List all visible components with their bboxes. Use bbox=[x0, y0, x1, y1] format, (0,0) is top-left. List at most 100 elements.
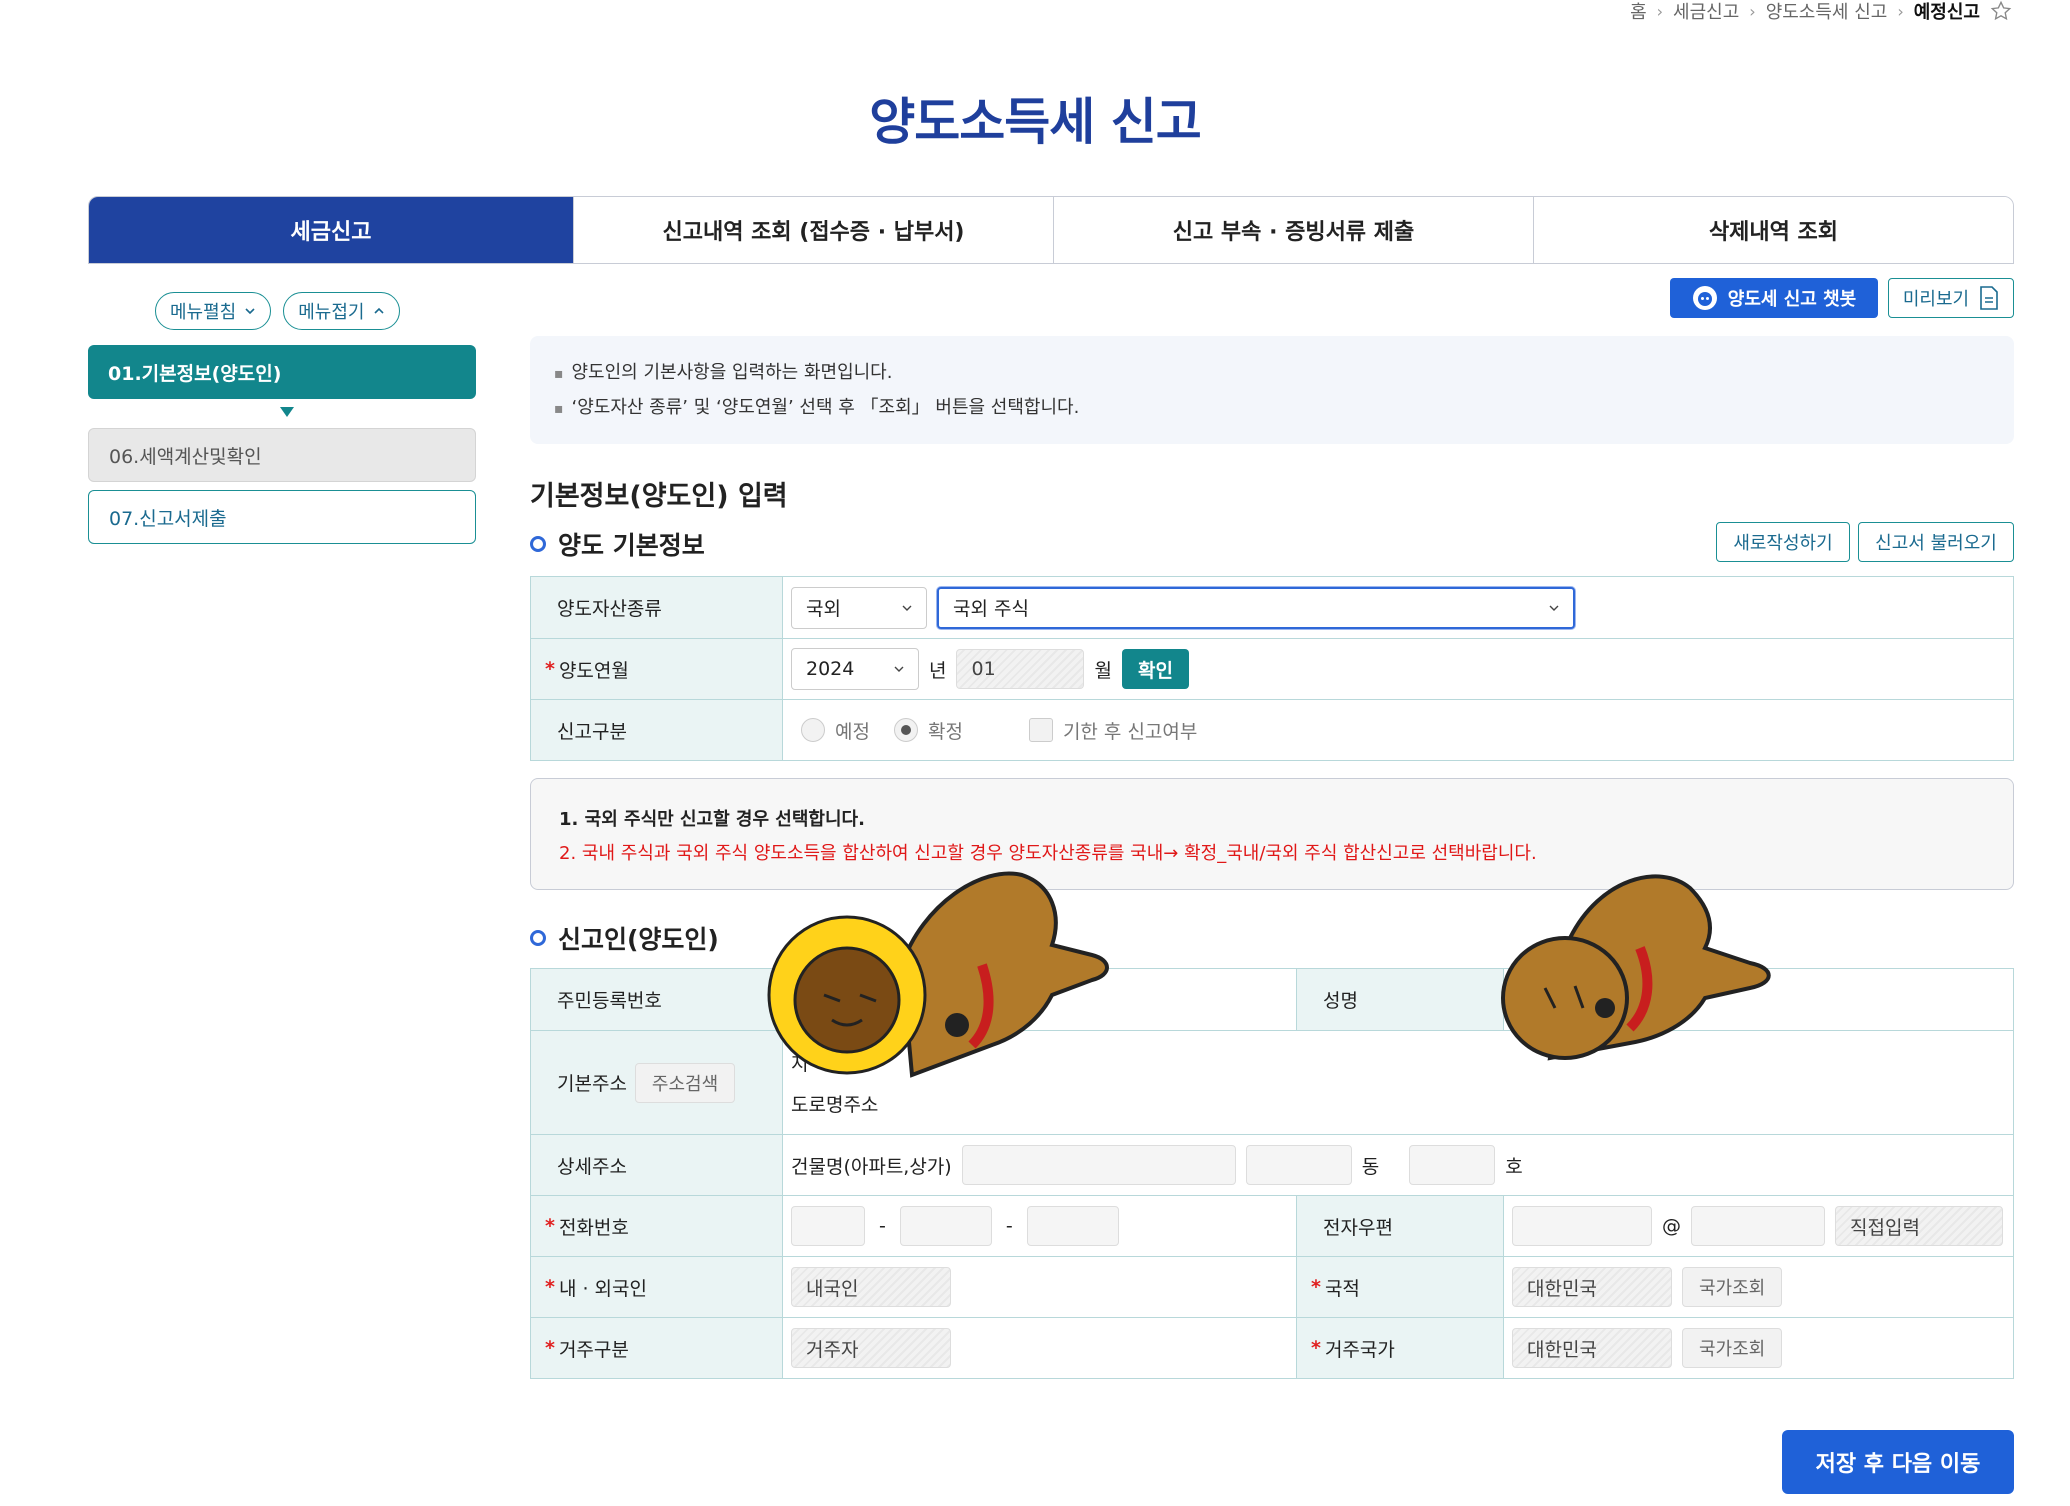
dong-input[interactable] bbox=[1245, 1145, 1352, 1185]
detail-address-label: 상세주소 bbox=[531, 1135, 783, 1195]
residence-country-lookup-button[interactable]: 국가조회 bbox=[1682, 1328, 1783, 1368]
sidebar-item-tax-calc[interactable]: 06.세액계산및확인 bbox=[88, 428, 476, 482]
menu-collapse-label: 메뉴접기 bbox=[298, 302, 365, 323]
ho-unit: 호 bbox=[1505, 1155, 1523, 1178]
month-input[interactable]: 01 bbox=[956, 649, 1085, 689]
phone-part-1-input[interactable] bbox=[791, 1206, 865, 1246]
email-direct-select[interactable]: 직접입력 bbox=[1835, 1206, 2003, 1246]
page-title: 양도소득세 신고 bbox=[869, 93, 1201, 151]
email-domain-input[interactable] bbox=[1691, 1206, 1825, 1246]
citizen-cell: 내국인 bbox=[783, 1257, 1296, 1317]
confirm-button[interactable]: 확인 bbox=[1121, 649, 1189, 689]
bullet-icon: ▪ bbox=[554, 366, 564, 382]
table-row: 양도연월 2024 년 01 월 확인 bbox=[531, 638, 2013, 699]
basic-info-title-text: 양도 기본정보 bbox=[558, 531, 705, 560]
phone-separator: - bbox=[1005, 1215, 1013, 1237]
menu-collapse-button[interactable]: 메뉴접기 bbox=[283, 292, 400, 330]
late-report-checkbox[interactable] bbox=[1028, 718, 1053, 742]
new-form-button[interactable]: 새로작성하기 bbox=[1716, 522, 1850, 562]
phone-part-3-input[interactable] bbox=[1026, 1206, 1119, 1246]
table-row: 양도자산종류 국외 국외 주식 bbox=[531, 577, 2013, 638]
year-value: 2024 bbox=[806, 658, 855, 680]
sidebar-item-basic-info[interactable]: 01.기본정보(양도인) bbox=[88, 345, 476, 399]
nationality-lookup-button[interactable]: 국가조회 bbox=[1682, 1267, 1783, 1307]
dong-unit: 동 bbox=[1361, 1155, 1380, 1178]
notice-box: ▪ 양도인의 기본사항을 입력하는 화면입니다. ▪ ‘양도자산 종류’ 및 ‘양도… bbox=[530, 336, 2014, 444]
basic-info-title: 양도 기본정보 bbox=[530, 526, 705, 562]
lion-sticker-icon bbox=[767, 871, 1109, 1078]
asset-type-label: 양도자산종류 bbox=[531, 577, 783, 638]
month-unit: 월 bbox=[1094, 659, 1112, 682]
table-row: 거주구분 거주자 거주국가 대한민국 국가조회 bbox=[531, 1317, 2013, 1378]
period-label: 양도연월 bbox=[531, 639, 783, 699]
ho-input[interactable] bbox=[1409, 1145, 1496, 1185]
preview-label: 미리보기 bbox=[1902, 289, 1970, 310]
notice-text: ‘양도자산 종류’ 및 ‘양도연월’ 선택 후 「조회」 버튼을 선택합니다. bbox=[571, 397, 1080, 418]
tab-deleted-history[interactable]: 삭제내역 조회 bbox=[1533, 197, 2013, 263]
tab-report-history[interactable]: 신고내역 조회 (접수증 · 납부서) bbox=[573, 197, 1053, 263]
menu-expand-button[interactable]: 메뉴펼침 bbox=[155, 292, 272, 330]
building-input[interactable] bbox=[961, 1145, 1236, 1185]
table-row: 전화번호 - - 전자우편 @ 직접입력 bbox=[531, 1195, 2013, 1256]
basic-info-table: 양도자산종류 국외 국외 주식 양도연월 2024 년 01 월 확인 신고구분 bbox=[530, 576, 2014, 761]
asset-kind-value: 국외 주식 bbox=[953, 598, 1029, 620]
radio-final-label: 확정 bbox=[927, 720, 963, 743]
tab-attachments[interactable]: 신고 부속 · 증빙서류 제출 bbox=[1053, 197, 1533, 263]
residency-cell: 거주자 bbox=[783, 1318, 1296, 1378]
citizen-input[interactable]: 내국인 bbox=[791, 1267, 951, 1307]
chatbot-label: 양도세 신고 챗봇 bbox=[1727, 289, 1857, 310]
address-search-button[interactable]: 주소검색 bbox=[634, 1062, 736, 1103]
residency-label: 거주구분 bbox=[531, 1318, 783, 1378]
notice-line: ▪ 양도인의 기본사항을 입력하는 화면입니다. bbox=[554, 356, 1990, 391]
document-icon bbox=[1980, 286, 1998, 310]
notice-line: ▪ ‘양도자산 종류’ 및 ‘양도연월’ 선택 후 「조회」 버튼을 선택합니다. bbox=[554, 391, 1990, 426]
chevron-down-icon bbox=[1549, 605, 1559, 611]
triangle-down-icon bbox=[280, 407, 294, 417]
period-cell: 2024 년 01 월 확인 bbox=[783, 639, 2013, 699]
preview-button[interactable]: 미리보기 bbox=[1888, 278, 2014, 318]
report-type-cell: 예정 확정 기한 후 신고여부 bbox=[783, 700, 2013, 760]
late-report-label: 기한 후 신고여부 bbox=[1062, 720, 1198, 743]
save-next-button[interactable]: 저장 후 다음 이동 bbox=[1782, 1430, 2014, 1494]
phone-part-2-input[interactable] bbox=[899, 1206, 992, 1246]
nationality-cell: 대한민국 국가조회 bbox=[1504, 1257, 2013, 1317]
asset-kind-select[interactable]: 국외 주식 bbox=[937, 586, 1575, 629]
breadcrumb-home[interactable]: 홈 bbox=[1630, 0, 1647, 24]
phone-separator: - bbox=[879, 1215, 886, 1237]
breadcrumb-tax-report[interactable]: 세금신고 bbox=[1673, 0, 1739, 24]
radio-final[interactable] bbox=[893, 718, 918, 742]
star-icon[interactable] bbox=[1990, 0, 2012, 22]
nationality-label: 국적 bbox=[1296, 1257, 1504, 1317]
breadcrumb-current: 예정신고 bbox=[1913, 2, 1980, 23]
email-id-input[interactable] bbox=[1512, 1206, 1652, 1246]
residency-input[interactable]: 거주자 bbox=[791, 1328, 951, 1368]
radio-prelim[interactable] bbox=[801, 718, 825, 742]
breadcrumb: 홈 › 세금신고 › 양도소득세 신고 › 예정신고 bbox=[1630, 0, 2012, 24]
asset-region-select[interactable]: 국외 bbox=[791, 586, 927, 629]
building-label: 건물명(아파트,상가) bbox=[791, 1155, 952, 1178]
residence-country-input[interactable]: 대한민국 bbox=[1512, 1328, 1672, 1368]
table-row: 상세주소 건물명(아파트,상가) 동 호 bbox=[531, 1134, 2013, 1195]
sidebar-item-submit[interactable]: 07.신고서제출 bbox=[88, 490, 476, 544]
menu-expand-label: 메뉴펼침 bbox=[170, 302, 237, 323]
nationality-input[interactable]: 대한민국 bbox=[1512, 1267, 1672, 1307]
filer-title-text: 신고인(양도인) bbox=[558, 925, 719, 954]
tab-tax-report[interactable]: 세금신고 bbox=[89, 197, 573, 263]
email-at: @ bbox=[1662, 1215, 1681, 1237]
breadcrumb-capital-gains[interactable]: 양도소득세 신고 bbox=[1766, 0, 1888, 24]
year-select[interactable]: 2024 bbox=[791, 648, 919, 690]
circle-bullet-icon bbox=[530, 930, 546, 946]
section-title: 기본정보(양도인) 입력 bbox=[530, 481, 788, 512]
address-label: 기본주소 bbox=[557, 1073, 627, 1095]
load-form-button[interactable]: 신고서 불러오기 bbox=[1858, 522, 2014, 562]
circle-bullet-icon bbox=[530, 536, 546, 552]
chevron-up-icon bbox=[373, 307, 384, 314]
chevron-down-icon bbox=[902, 605, 912, 611]
chatbot-button[interactable]: 양도세 신고 챗봇 bbox=[1670, 278, 1878, 318]
notice-text: 양도인의 기본사항을 입력하는 화면입니다. bbox=[571, 362, 893, 383]
dog-sticker-icon bbox=[1501, 874, 1771, 1061]
chevron-right-icon: › bbox=[1656, 1, 1664, 21]
main-tabs: 세금신고 신고내역 조회 (접수증 · 납부서) 신고 부속 · 증빙서류 제출… bbox=[88, 196, 2014, 264]
year-unit: 년 bbox=[929, 659, 947, 682]
email-cell: @ 직접입력 bbox=[1504, 1196, 2013, 1256]
